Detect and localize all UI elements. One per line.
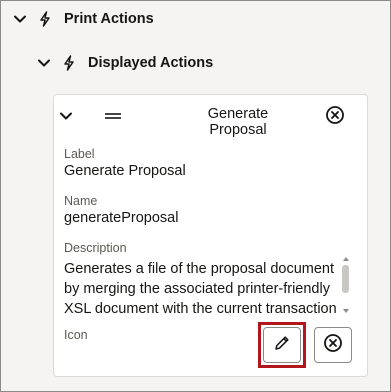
clear-icon-button[interactable] [314, 327, 352, 363]
drag-handle-icon[interactable] [104, 109, 122, 121]
tree-node-label: Print Actions [64, 11, 154, 27]
name-caption: Name [64, 194, 98, 208]
lightning-bolt-icon [38, 11, 52, 27]
edit-icon-button[interactable] [263, 327, 301, 363]
tree-node-displayed-actions[interactable]: Displayed Actions [36, 52, 213, 74]
close-circle-icon[interactable] [325, 105, 345, 125]
card-title: Generate Proposal [207, 106, 269, 138]
scroll-up-arrow-icon[interactable] [343, 257, 349, 261]
scroll-thumb[interactable] [342, 265, 349, 293]
lightning-bolt-icon [62, 55, 76, 71]
description-caption: Description [64, 241, 127, 255]
scroll-down-arrow-icon[interactable] [343, 309, 349, 313]
description-text: Generates a file of the proposal documen… [64, 261, 337, 317]
description-scrollbar[interactable] [341, 257, 351, 313]
close-circle-icon [323, 333, 343, 358]
tree-node-label: Displayed Actions [88, 55, 214, 71]
action-card: Generate Proposal Label Generate Proposa… [53, 94, 368, 377]
chevron-down-icon[interactable] [36, 55, 52, 71]
chevron-down-icon[interactable] [58, 108, 74, 124]
tree-node-print-actions[interactable]: Print Actions [12, 8, 154, 30]
label-caption: Label [64, 147, 95, 161]
label-value: Generate Proposal [64, 163, 186, 179]
chevron-down-icon[interactable] [12, 11, 28, 27]
pencil-icon [272, 333, 292, 358]
name-value: generateProposal [64, 210, 179, 226]
icon-caption: Icon [64, 328, 88, 342]
